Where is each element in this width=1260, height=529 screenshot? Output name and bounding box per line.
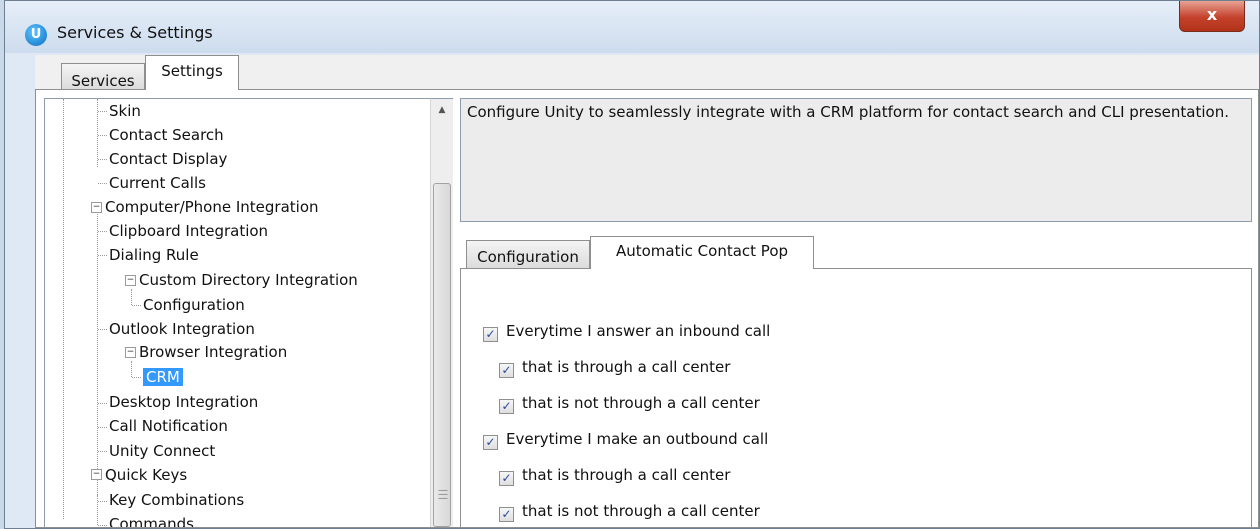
tree-item-label: Custom Directory Integration — [139, 271, 358, 289]
scroll-up-arrow-icon[interactable]: ▲ — [431, 99, 453, 121]
tree-item-label: Desktop Integration — [109, 393, 259, 411]
tree-item-skin[interactable]: Skin — [109, 100, 141, 122]
tree-item-label: Outlook Integration — [109, 320, 255, 338]
outbound-call-center-checkbox[interactable]: ✓ — [499, 471, 514, 486]
tree-line — [98, 231, 107, 232]
outbound-not-call-center-checkbox[interactable]: ✓ — [499, 507, 514, 522]
option-label: Everytime I answer an inbound call — [506, 322, 771, 340]
tree-item-label: Commands — [109, 515, 194, 527]
tree-item-label: Contact Search — [109, 126, 224, 144]
tree-line — [98, 451, 107, 452]
tree-item-label: Quick Keys — [105, 466, 188, 484]
tree-scrollbar[interactable]: ▲ — — — — [430, 98, 453, 527]
tree-item-label: Configuration — [143, 296, 245, 314]
option-label: that is through a call center — [522, 358, 731, 376]
tree-item-browser-integration[interactable]: Browser Integration — [139, 341, 287, 363]
tree-item-configuration[interactable]: Configuration — [143, 294, 245, 316]
outbound-checkbox[interactable]: ✓ — [483, 435, 498, 450]
tree-line — [98, 329, 107, 330]
option-inbound[interactable]: ✓ Everytime I answer an inbound call — [483, 319, 770, 343]
scrollbar-thumb[interactable] — [433, 183, 451, 527]
tree-item-outlook-integration[interactable]: Outlook Integration — [109, 318, 255, 340]
tree-line — [98, 255, 107, 256]
option-inbound-not-call-center[interactable]: ✓ that is not through a call center — [499, 391, 760, 415]
tree-line — [98, 183, 107, 184]
tab-automatic-contact-pop[interactable]: Automatic Contact Pop — [590, 236, 814, 269]
tree-item-computer-phone-integration[interactable]: Computer/Phone Integration — [105, 196, 319, 218]
tree-item-desktop-integration[interactable]: Desktop Integration — [109, 391, 258, 413]
tree-item-label: CRM — [143, 368, 183, 386]
tree-line — [131, 289, 132, 305]
tree-item-contact-display[interactable]: Contact Display — [109, 148, 227, 170]
inbound-call-center-checkbox[interactable]: ✓ — [499, 363, 514, 378]
tree-item-label: Unity Connect — [109, 442, 216, 460]
tree-item-contact-search[interactable]: Contact Search — [109, 124, 224, 146]
tree-item-commands[interactable]: Commands — [109, 513, 194, 527]
tree-item-label: Computer/Phone Integration — [105, 198, 319, 216]
close-button[interactable]: x — [1179, 1, 1245, 32]
tree-line — [132, 305, 141, 306]
collapse-icon[interactable]: − — [91, 202, 102, 213]
tree-item-label: Dialing Rule — [109, 246, 199, 264]
tree-item-label: Skin — [109, 102, 141, 120]
tree-line — [98, 403, 107, 404]
tree-line — [63, 99, 64, 519]
option-inbound-call-center[interactable]: ✓ that is through a call center — [499, 355, 730, 379]
option-outbound[interactable]: ✓ Everytime I make an outbound call — [483, 427, 768, 451]
automatic-contact-pop-panel: ✓ Everytime I answer an inbound call ✓ tha… — [460, 268, 1252, 527]
tree-item-unity-connect[interactable]: Unity Connect — [109, 440, 215, 462]
services-settings-window: U Services & Settings x Services Setting… — [4, 0, 1260, 529]
title-bar[interactable]: U Services & Settings x — [5, 1, 1259, 53]
tree-item-crm[interactable]: CRM — [143, 366, 183, 388]
option-label: that is not through a call center — [522, 394, 760, 412]
tree-line — [98, 501, 107, 502]
tree-line — [98, 159, 107, 160]
option-label: that is not through a call center — [522, 502, 760, 520]
tab-services[interactable]: Services — [61, 63, 145, 90]
tree-line — [98, 135, 107, 136]
tree-item-custom-directory-integration[interactable]: Custom Directory Integration — [139, 269, 358, 291]
scrollbar-grip-icon: — — — — [438, 485, 448, 504]
tree-line — [97, 495, 98, 525]
tree-item-clipboard-integration[interactable]: Clipboard Integration — [109, 220, 268, 242]
tree-line — [132, 377, 141, 378]
description-box: Configure Unity to seamlessly integrate … — [460, 98, 1252, 222]
settings-tab-panel: − − − − Skin Contact Search Contact Disp… — [35, 89, 1259, 528]
collapse-icon[interactable]: − — [91, 469, 102, 480]
tree-item-label: Browser Integration — [139, 343, 288, 361]
tree-item-key-combinations[interactable]: Key Combinations — [109, 489, 244, 511]
tree-line — [131, 361, 132, 377]
description-text: Configure Unity to seamlessly integrate … — [467, 103, 1229, 121]
option-label: Everytime I make an outbound call — [506, 430, 769, 448]
tree-line — [98, 427, 107, 428]
tree-line — [97, 99, 98, 167]
collapse-icon[interactable]: − — [125, 275, 136, 286]
tree-item-call-notification[interactable]: Call Notification — [109, 415, 228, 437]
tree-line — [98, 111, 107, 112]
inbound-checkbox[interactable]: ✓ — [483, 327, 498, 342]
collapse-icon[interactable]: − — [125, 347, 136, 358]
window-client-area: Services Settings − − − − Skin Contact S… — [35, 55, 1259, 528]
option-label: that is through a call center — [522, 466, 731, 484]
tree-item-label: Current Calls — [109, 174, 206, 192]
unity-app-icon: U — [25, 24, 47, 46]
inbound-not-call-center-checkbox[interactable]: ✓ — [499, 399, 514, 414]
window-title: Services & Settings — [57, 23, 213, 42]
tree-item-label: Call Notification — [109, 417, 228, 435]
tree-item-label: Key Combinations — [109, 491, 245, 509]
tree-item-label: Clipboard Integration — [109, 222, 269, 240]
option-outbound-call-center[interactable]: ✓ that is through a call center — [499, 463, 730, 487]
option-outbound-not-call-center[interactable]: ✓ that is not through a call center — [499, 499, 760, 523]
tab-configuration[interactable]: Configuration — [466, 240, 590, 268]
settings-tree[interactable]: − − − − Skin Contact Search Contact Disp… — [44, 98, 432, 527]
tree-line — [98, 525, 107, 526]
tree-item-quick-keys[interactable]: Quick Keys — [105, 464, 187, 486]
tree-item-current-calls[interactable]: Current Calls — [109, 172, 206, 194]
tab-settings[interactable]: Settings — [145, 55, 239, 90]
tree-item-dialing-rule[interactable]: Dialing Rule — [109, 244, 199, 266]
tree-item-label: Contact Display — [109, 150, 228, 168]
